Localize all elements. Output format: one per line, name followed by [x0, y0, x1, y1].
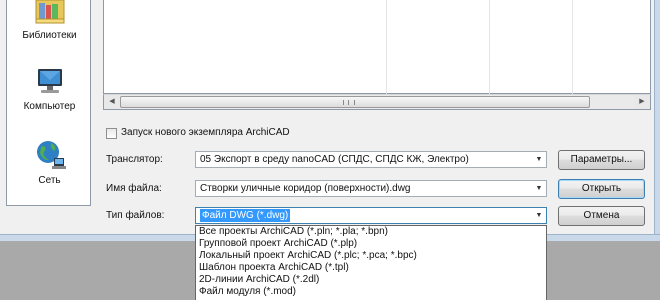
place-label: Библиотеки — [22, 30, 77, 41]
column-separator — [386, 0, 387, 94]
filetype-dropdown-list[interactable]: Все проекты ArchiCAD (*.pln; *.pla; *.bp… — [195, 225, 547, 300]
filename-input[interactable]: Створки уличные коридор (поверхности).dw… — [195, 180, 547, 197]
filename-label: Имя файла: — [106, 183, 162, 194]
filetype-value: Файл DWG (*.dwg) — [200, 209, 291, 222]
window-border-right — [654, 0, 660, 241]
places-sidebar: Библиотеки Компьютер Сеть — [6, 0, 91, 206]
translator-select[interactable]: 05 Экспорт в среду nanoCAD (СПДС, СПДС К… — [195, 151, 547, 168]
new-instance-label: Запуск нового экземпляра ArchiCAD — [121, 127, 290, 138]
filename-value: Створки уличные коридор (поверхности).dw… — [200, 183, 411, 194]
scroll-right-icon[interactable]: ▶ — [634, 95, 650, 109]
place-computer[interactable]: Компьютер — [7, 68, 92, 118]
libraries-icon — [33, 0, 67, 29]
network-icon — [33, 138, 67, 175]
new-instance-checkbox[interactable] — [106, 128, 117, 139]
file-list[interactable] — [103, 0, 651, 94]
filetype-option[interactable]: Файл модуля (*.mod) — [196, 286, 546, 298]
dropdown-arrow-icon[interactable]: ▼ — [532, 152, 546, 167]
scrollbar-thumb[interactable] — [120, 96, 590, 108]
filetype-option[interactable]: Групповой проект ArchiCAD (*.plp) — [196, 238, 546, 250]
filetype-option[interactable]: 2D-линии ArchiCAD (*.2dl) — [196, 274, 546, 286]
filetype-label: Тип файлов: — [106, 210, 165, 221]
cancel-button[interactable]: Отмена — [558, 206, 645, 226]
open-file-dialog: Библиотеки Компьютер Сеть ◀ ▶ Запуск нов… — [0, 0, 660, 241]
scroll-left-icon[interactable]: ◀ — [104, 95, 120, 109]
horizontal-scrollbar[interactable]: ◀ ▶ — [103, 94, 651, 110]
dropdown-arrow-icon[interactable]: ▼ — [532, 208, 546, 223]
filetype-select[interactable]: Файл DWG (*.dwg) ▼ — [195, 207, 547, 224]
dropdown-arrow-icon[interactable]: ▼ — [532, 181, 546, 196]
place-libraries[interactable]: Библиотеки — [7, 0, 92, 48]
params-button[interactable]: Параметры... — [558, 150, 645, 170]
open-button[interactable]: Открыть — [558, 179, 645, 199]
filetype-option[interactable]: Все проекты ArchiCAD (*.pln; *.pla; *.bp… — [196, 226, 546, 238]
place-label: Сеть — [38, 175, 61, 186]
filetype-option[interactable]: Шаблон проекта ArchiCAD (*.tpl) — [196, 262, 546, 274]
place-network[interactable]: Сеть — [7, 138, 92, 188]
grip-icon — [343, 100, 355, 105]
place-label: Компьютер — [23, 101, 76, 112]
filetype-option[interactable]: Локальный проект ArchiCAD (*.plc; *.pca;… — [196, 250, 546, 262]
column-separator — [572, 0, 573, 94]
computer-icon — [33, 68, 67, 101]
translator-value: 05 Экспорт в среду nanoCAD (СПДС, СПДС К… — [200, 154, 469, 165]
column-separator — [489, 0, 490, 94]
translator-label: Транслятор: — [106, 154, 163, 165]
